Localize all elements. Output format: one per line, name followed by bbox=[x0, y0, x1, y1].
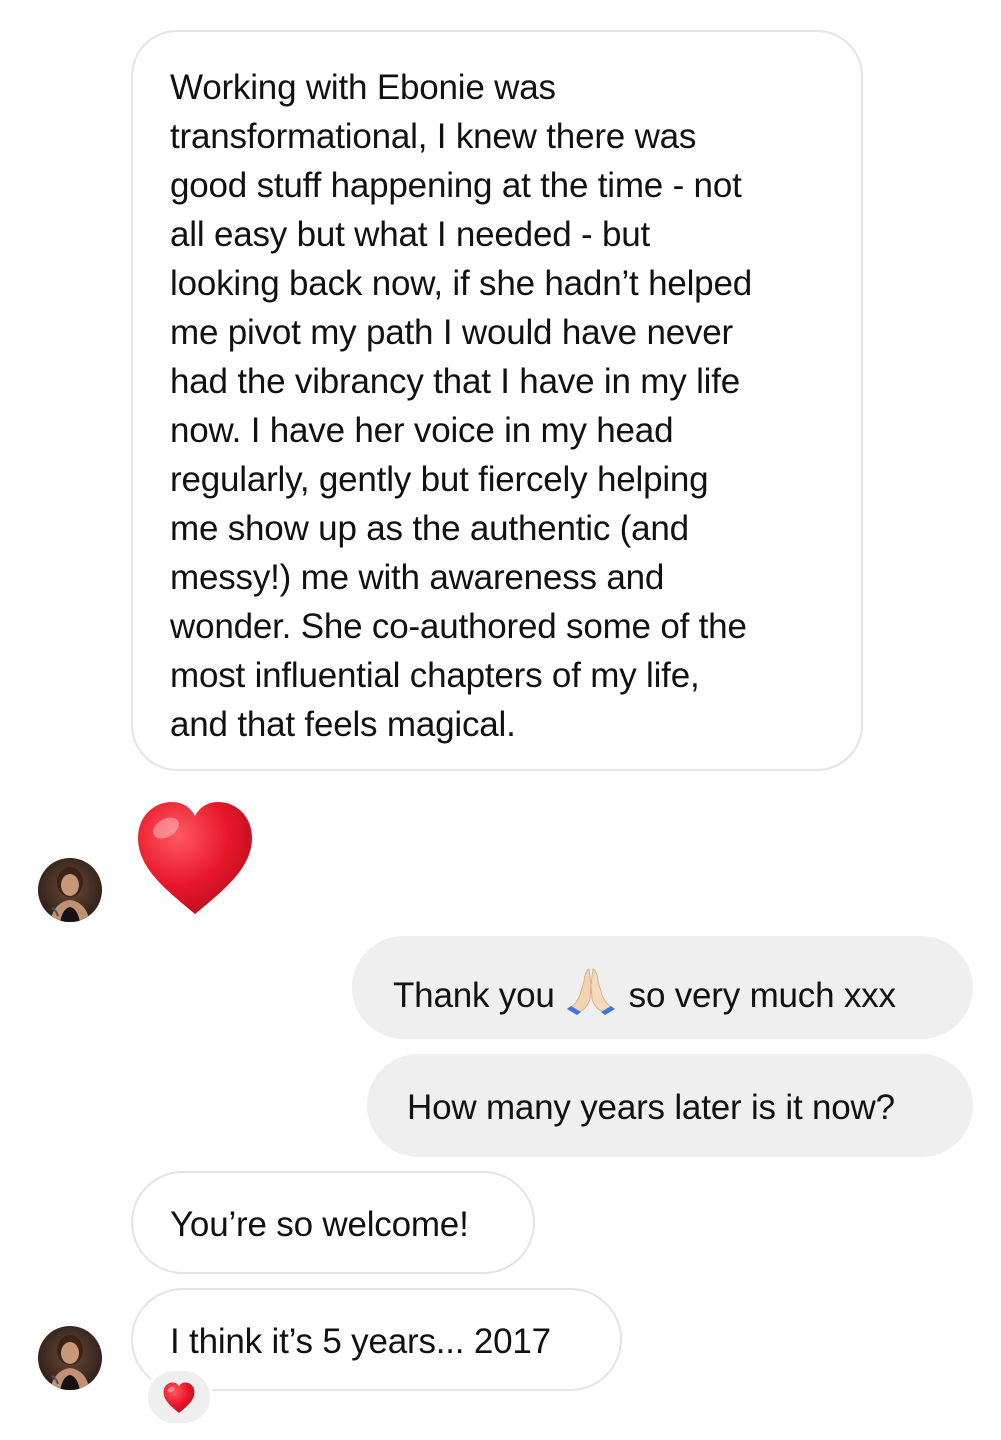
red-heart-icon bbox=[163, 1382, 195, 1413]
message-bubble-incoming[interactable]: I think it’s 5 years... 2017 bbox=[131, 1288, 622, 1391]
message-bubble-outgoing[interactable]: Thank you so very much xxx bbox=[352, 936, 973, 1039]
message-bubble-incoming[interactable]: Working with Ebonie was transformational… bbox=[131, 30, 863, 771]
message-bubble-incoming[interactable]: You’re so welcome! bbox=[131, 1171, 535, 1274]
message-text: so very much xxx bbox=[628, 976, 896, 1015]
avatar-photo bbox=[38, 858, 102, 922]
avatar-photo bbox=[38, 1326, 102, 1390]
folded-hands-icon bbox=[565, 965, 617, 1015]
message-bubble-outgoing[interactable]: How many years later is it now? bbox=[367, 1054, 973, 1157]
red-heart-icon[interactable] bbox=[136, 800, 254, 918]
reaction-badge[interactable] bbox=[145, 1368, 213, 1426]
message-text: Thank you bbox=[393, 976, 555, 1015]
contact-avatar[interactable] bbox=[38, 1326, 102, 1390]
message-thread: Working with Ebonie was transformational… bbox=[0, 0, 1001, 1440]
contact-avatar[interactable] bbox=[38, 858, 102, 922]
